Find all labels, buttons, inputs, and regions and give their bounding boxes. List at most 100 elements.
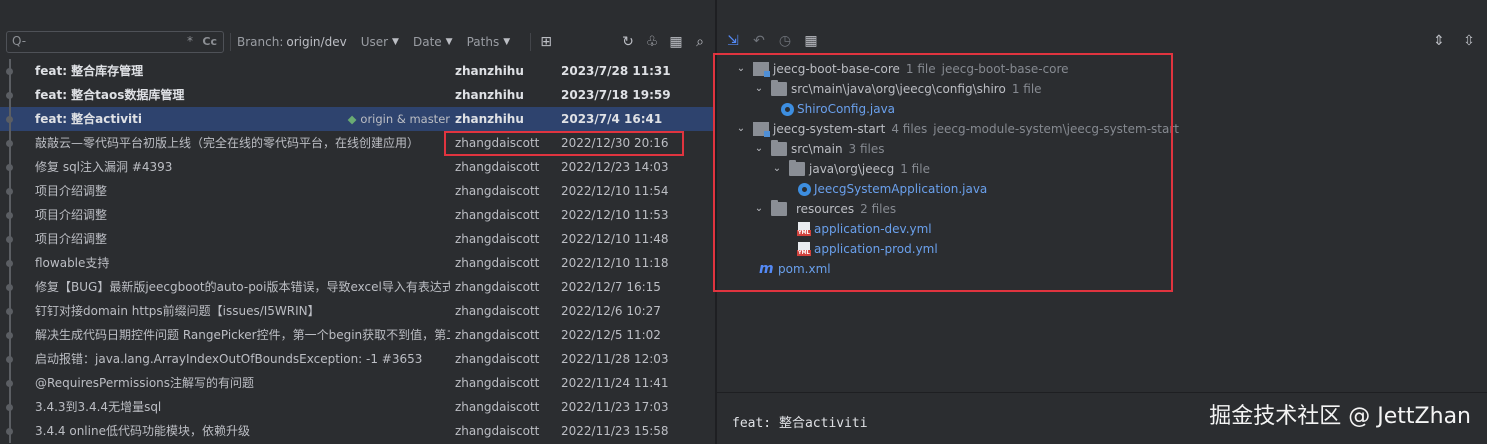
commit-date: 2022/11/24 11:41 <box>561 376 669 390</box>
revert-icon[interactable]: ↶ <box>751 33 767 49</box>
show-diff-icon[interactable]: ⇲ <box>725 33 741 49</box>
commit-author: zhangdaiscott <box>455 352 540 366</box>
group-by-icon[interactable]: ▦ <box>803 33 819 49</box>
commit-date: 2022/12/10 11:48 <box>561 232 669 246</box>
match-case-toggle[interactable]: Cc <box>202 35 217 48</box>
commit-subject: 钉钉对接domain https前缀问题【issues/I5WRIN】 <box>35 304 320 318</box>
commit-row[interactable]: 钉钉对接domain https前缀问题【issues/I5WRIN】 zhang… <box>0 299 715 323</box>
commit-node <box>6 428 13 435</box>
commit-date: 2022/12/10 11:18 <box>561 256 669 270</box>
commit-date: 2022/11/28 12:03 <box>561 352 669 366</box>
commit-message: feat: 整合activiti <box>732 416 868 431</box>
commit-node <box>6 140 13 147</box>
commit-node <box>6 164 13 171</box>
commit-subject: 修复【BUG】最新版jeecgboot的auto-poi版本错误，导致excel… <box>35 280 450 294</box>
chevron-down-icon: ▼ <box>503 37 511 47</box>
commit-author: zhanzhihu <box>455 88 524 102</box>
commit-row[interactable]: feat: 整合activiti ◆ origin & master zhanzhih… <box>0 107 715 131</box>
commit-author: zhanzhihu <box>455 112 524 126</box>
commit-subject: 修复 sql注入漏洞 #4393 <box>35 160 173 174</box>
commit-row[interactable]: flowable支持 zhangdaiscott 2022/12/10 11:18 <box>0 251 715 275</box>
commit-author: zhangdaiscott <box>455 400 540 414</box>
paths-filter[interactable]: Paths ▼ <box>467 35 511 49</box>
git-log-panel: Q- * Cc Branch: origin/dev User ▼ Date ▼ P… <box>0 0 715 444</box>
commit-date: 2022/12/23 14:03 <box>561 160 669 174</box>
commit-node <box>6 260 13 267</box>
commit-node <box>6 212 13 219</box>
ref-labels: ◆ origin & master <box>347 112 450 126</box>
commit-row[interactable]: 项目介绍调整 zhangdaiscott 2022/12/10 11:54 <box>0 179 715 203</box>
commit-subject: 解决生成代码日期控件问题 RangePicker控件，第一个begin获取不到值… <box>35 328 450 342</box>
commit-node <box>6 308 13 315</box>
commit-author: zhangdaiscott <box>455 256 540 270</box>
commit-node <box>6 356 13 363</box>
search-icon[interactable]: ⌕ <box>691 33 709 51</box>
commit-subject: 3.4.3到3.4.4无增量sql <box>35 400 162 414</box>
commit-date: 2022/12/5 11:02 <box>561 328 661 342</box>
commit-author: zhangdaiscott <box>455 184 540 198</box>
commit-subject: feat: 整合taos数据库管理 <box>35 88 185 102</box>
history-icon[interactable]: ◷ <box>777 33 793 49</box>
commit-author: zhangdaiscott <box>455 304 540 318</box>
tag-icon: ◆ <box>347 112 357 126</box>
collapse-all-icon[interactable]: ⇳ <box>1461 33 1477 49</box>
highlight-box <box>713 53 1173 292</box>
cherry-pick-icon[interactable]: ♧ <box>643 33 661 51</box>
commit-list: feat: 整合库存管理 zhanzhihu 2023/7/28 11:31 feat… <box>0 59 715 443</box>
new-branch-icon[interactable]: ⊞ <box>537 33 555 51</box>
commit-date: 2023/7/28 11:31 <box>561 64 671 78</box>
commit-node <box>6 188 13 195</box>
refresh-icon[interactable]: ↻ <box>619 33 637 51</box>
commit-row[interactable]: feat: 整合库存管理 zhanzhihu 2023/7/28 11:31 <box>0 59 715 83</box>
commit-row[interactable]: 3.4.4 online低代码功能模块，依赖升级 zhangdaiscott 202… <box>0 419 715 443</box>
commit-row[interactable]: 修复【BUG】最新版jeecgboot的auto-poi版本错误，导致excel… <box>0 275 715 299</box>
commit-date: 2022/12/10 11:54 <box>561 184 669 198</box>
highlight-box <box>444 131 684 156</box>
commit-row[interactable]: 项目介绍调整 zhangdaiscott 2022/12/10 11:53 <box>0 203 715 227</box>
commit-row[interactable]: @RequiresPermissions注解写的有问题 zhangdaiscott… <box>0 371 715 395</box>
commit-subject: 3.4.4 online低代码功能模块，依赖升级 <box>35 424 250 438</box>
commit-subject: flowable支持 <box>35 256 110 270</box>
date-filter[interactable]: Date ▼ <box>413 35 453 49</box>
user-filter[interactable]: User ▼ <box>361 35 399 49</box>
commit-node <box>6 68 13 75</box>
commit-subject: @RequiresPermissions注解写的有问题 <box>35 376 255 390</box>
commit-date: 2022/12/6 10:27 <box>561 304 661 318</box>
commit-node <box>6 284 13 291</box>
commit-author: zhangdaiscott <box>455 232 540 246</box>
commit-row[interactable]: 启动报错：java.lang.ArrayIndexOutOfBoundsExce… <box>0 347 715 371</box>
details-separator <box>717 392 1487 393</box>
commit-row[interactable]: 3.4.3到3.4.4无增量sql zhangdaiscott 2022/11/23… <box>0 395 715 419</box>
commit-date: 2022/12/7 16:15 <box>561 280 661 294</box>
layout-icon[interactable]: ▦ <box>667 33 685 51</box>
branch-filter[interactable]: Branch: origin/dev <box>237 35 347 49</box>
regex-toggle[interactable]: * <box>187 34 193 48</box>
commit-node <box>6 236 13 243</box>
commit-date: 2022/11/23 17:03 <box>561 400 669 414</box>
commit-date: 2022/12/10 11:53 <box>561 208 669 222</box>
commit-row[interactable]: 修复 sql注入漏洞 #4393 zhangdaiscott 2022/12/23 … <box>0 155 715 179</box>
commit-subject: feat: 整合库存管理 <box>35 64 144 78</box>
chevron-down-icon: ▼ <box>445 37 453 47</box>
commit-date: 2023/7/4 16:41 <box>561 112 663 126</box>
toolbar-separator <box>530 33 532 51</box>
commit-row[interactable]: 解决生成代码日期控件问题 RangePicker控件，第一个begin获取不到值… <box>0 323 715 347</box>
log-toolbar: Q- * Cc Branch: origin/dev User ▼ Date ▼ P… <box>0 28 715 56</box>
commit-node <box>6 380 13 387</box>
changes-toolbar: ⇲ ↶ ◷ ▦ ⇕ ⇳ <box>717 30 1487 54</box>
commit-author: zhangdaiscott <box>455 328 540 342</box>
commit-author: zhanzhihu <box>455 64 524 78</box>
watermark: 掘金技术社区 @ JettZhan <box>1209 404 1471 429</box>
commit-row[interactable]: feat: 整合taos数据库管理 zhanzhihu 2023/7/18 19:5… <box>0 83 715 107</box>
commit-subject: 项目介绍调整 <box>35 232 108 246</box>
commit-node <box>6 92 13 99</box>
commit-row[interactable]: 项目介绍调整 zhangdaiscott 2022/12/10 11:48 <box>0 227 715 251</box>
commit-author: zhangdaiscott <box>455 424 540 438</box>
commit-subject: 启动报错：java.lang.ArrayIndexOutOfBoundsExce… <box>35 352 423 366</box>
commit-author: zhangdaiscott <box>455 376 540 390</box>
commit-subject: 敲敲云—零代码平台初版上线（完全在线的零代码平台，在线创建应用） <box>35 136 420 150</box>
expand-all-icon[interactable]: ⇕ <box>1431 33 1447 49</box>
search-input[interactable]: Q- * Cc <box>6 31 224 53</box>
commit-date: 2023/7/18 19:59 <box>561 88 671 102</box>
commit-subject: 项目介绍调整 <box>35 208 108 222</box>
